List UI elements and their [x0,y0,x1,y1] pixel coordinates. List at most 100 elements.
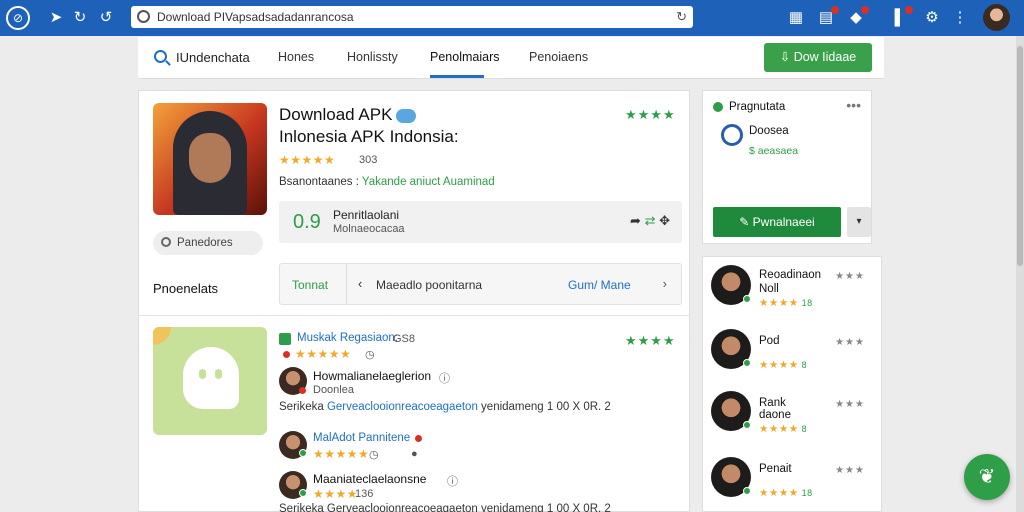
scrollbar-thumb[interactable] [1017,46,1023,266]
refresh-icon[interactable]: ↻ [70,8,90,28]
format-label[interactable]: Tonnat [292,278,328,292]
review-header-count: GS8 [393,333,416,345]
user-stars: ★★★★ 18 [759,297,813,309]
chevron-left-icon[interactable]: ‹ [358,276,362,291]
format-link[interactable]: Gum/ Mane [568,278,631,292]
app-subtitle: Inlonesia APK Indonsia: [279,127,459,146]
tab-penolmaiars[interactable]: Penolmaiars [430,50,499,64]
bookmark-icon[interactable]: ▌ [890,6,913,28]
reviewer-name[interactable]: Howmalianelaeglerion [313,369,431,383]
app-stars: ★★★★ [625,107,676,122]
verified-badge-icon [396,108,417,123]
user-more[interactable]: ★★★ [835,271,865,282]
developer-logo-icon [721,124,743,146]
share-icon[interactable]: ➦ [630,213,641,228]
developer-name[interactable]: Doosea [749,125,789,137]
reviewer-stars: ★★★★★ [313,447,370,461]
download-button-label: Dow Iidaae [793,50,857,64]
tab-honlissty[interactable]: Honlissty [347,50,398,64]
review-body-2: Serikeka Gerveaclooionreacoeagaeton yeni… [279,503,611,512]
reviewer-info-icon: ⓘ [439,373,450,385]
install-button[interactable]: ✎ Pwnalnaeei [713,207,841,237]
share-actions[interactable]: ➦ ⇄ ✥ [630,213,670,229]
reviewer-stars: ★★★★ [313,487,359,501]
extensions-icon[interactable]: ▤ [816,6,839,28]
settings-gear-icon[interactable]: ⚙ [922,8,942,28]
app-title: Download APK [279,105,417,125]
user-more[interactable]: ★★★ [835,337,865,348]
developer-card-title: Pragnutata [729,101,786,113]
desc-prefix: Bsanontaanes : [279,176,359,188]
user-stars: ★★★★ 8 [759,423,808,435]
address-bar[interactable]: Download PIVapsadsadadanrancosa ↻ [131,6,693,28]
check-icon [279,333,291,345]
user-name[interactable]: Reoadinaon [759,269,821,281]
review-body-link[interactable]: Gerveaclooionreacoeagaeton [327,401,478,413]
browser-logo-icon[interactable]: ⊘ [6,6,30,30]
url-text[interactable]: Download PIVapsadsadadanrancosa [157,10,354,24]
leaf-icon: ❦ [978,466,996,488]
clock-icon: ◷ [365,349,375,361]
tab-penoiaens[interactable]: Penoiaens [529,50,588,64]
site-info-icon[interactable] [137,10,150,23]
app-rating-stars: ★★★★★ [279,153,336,167]
reviewer-info-icon: ⓘ [447,476,458,488]
version-panel: 0.9 Penritlaolani Molnaeocacaa ➦ ⇄ ✥ [279,201,682,243]
leaf-icon [713,102,723,112]
sync-icon[interactable]: ⇄ [645,213,656,228]
version-label: Penritlaolani [333,208,400,222]
user-stars: ★★★★ 18 [759,487,813,499]
chevron-right-icon[interactable]: › [663,276,667,291]
user-name-2: daone [759,409,791,421]
install-button-label: Pwnalnaeei [752,215,815,229]
developer-sub: $ aeasaea [749,145,799,157]
reviewer-count: 136 [355,488,374,500]
version-sub: Molnaeocacaa [333,223,405,235]
profile-avatar[interactable] [983,4,1010,31]
app-detail-card: Download APK Inlonesia APK Indonsia: ★★★… [138,90,690,512]
reviewer-name[interactable]: Maaniateclaelaonsne [313,472,426,486]
user-more[interactable]: ★★★ [835,465,865,476]
search-icon[interactable] [154,50,167,63]
user-more[interactable]: ★★★ [835,399,865,410]
user-icon [161,237,171,247]
format-selector[interactable]: Tonnat ‹ Maeadlo poonitarna Gum/ Mane › [279,263,682,305]
pill-label: Panedores [177,237,233,249]
floating-action-button[interactable]: ❦ [964,454,1010,500]
review-stars: ★★★★ [625,333,676,348]
app-icon-ghost [153,327,267,435]
review-header[interactable]: Muskak Regasiaon: [297,332,398,344]
chevron-down-icon[interactable]: ▾ [847,207,871,237]
tab-hones[interactable]: Hones [278,50,314,64]
review-body-suffix: yenidameng 1 00 X 0R. 2 [481,401,611,413]
version-number: 0.9 [293,211,321,233]
section-title: Pnoenelats [153,281,219,296]
forward-icon[interactable]: ↺ [96,8,116,28]
app-title-text: Download APK [279,105,393,124]
user-name[interactable]: Penait [759,463,792,475]
review-body-prefix: Serikeka [279,401,324,413]
divider [139,315,689,316]
reviewer-meta: Doonlea [313,384,354,396]
site-navigation: IUndenchata Hones Honlissty Penolmaiars … [138,37,884,79]
reviewer-name[interactable]: MalAdot Pannitene [313,432,410,444]
alert-dot-icon [283,351,290,358]
review-body: Serikeka Gerveaclooionreacoeagaeton yeni… [279,401,611,413]
menu-dots-icon[interactable]: ⋮ [950,8,970,28]
grid-icon[interactable]: ▦ [786,8,806,28]
pin-icon[interactable]: ✥ [659,213,670,228]
desc-highlight[interactable]: Yakande aniuct Auaminad [362,176,495,188]
back-icon[interactable]: ➤ [46,8,66,28]
app-description: Bsanontaanes : Yakande aniuct Auaminad [279,176,495,188]
user-stars: ★★★★ 8 [759,359,808,371]
providers-pill[interactable]: Panedores [153,231,263,255]
user-list: Reoadinaon Noll ★★★★ 18 ★★★ Pod ★★★★ 8 ★★★… [702,256,882,512]
clock-icon: ◷ [369,449,379,461]
download-button[interactable]: ⇩ Dow Iidaae [764,43,872,72]
user-name[interactable]: Rank [759,397,786,409]
tag-icon[interactable]: ◆ [846,6,869,28]
user-name[interactable]: Pod [759,335,779,347]
reload-icon[interactable]: ↻ [676,9,687,25]
more-options-icon[interactable]: ••• [846,97,861,113]
site-brand[interactable]: IUndenchata [176,50,250,65]
